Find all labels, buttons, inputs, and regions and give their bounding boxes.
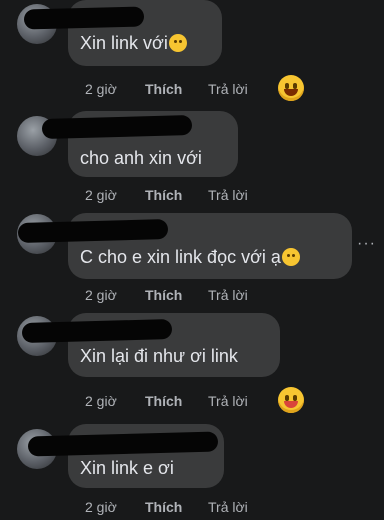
comment-bubble: Xin link với (23, 0, 222, 66)
tongue-out-reaction-icon[interactable] (278, 387, 304, 413)
redacted-author-name (41, 115, 193, 139)
timestamp[interactable]: 2 giờ (85, 287, 117, 303)
comment-bubble: Xin lại đi như ơi link (21, 313, 280, 377)
comment-text: Xin link e ơi (80, 458, 174, 479)
like-button[interactable]: Thích (145, 187, 182, 203)
more-options-button[interactable]: ··· (357, 235, 376, 253)
comment-text: cho anh xin với (80, 148, 202, 169)
redacted-author-name (23, 6, 145, 30)
comment-bubble: Xin link e ơi (27, 424, 224, 488)
like-button[interactable]: Thích (145, 499, 182, 515)
reply-button[interactable]: Trả lời (208, 81, 248, 97)
reply-button[interactable]: Trả lời (208, 499, 248, 515)
timestamp[interactable]: 2 giờ (85, 499, 117, 515)
comment-text: Xin link với (80, 33, 187, 54)
comment-text-content: Xin link với (80, 33, 168, 53)
comment-text-content: C cho e xin link đọc với ạ (80, 247, 281, 267)
reply-button[interactable]: Trả lời (208, 287, 248, 303)
emoji-icon (168, 34, 187, 52)
timestamp[interactable]: 2 giờ (85, 187, 117, 203)
timestamp[interactable]: 2 giờ (85, 81, 117, 97)
comment-text-content: Xin link e ơi (80, 458, 174, 478)
reply-button[interactable]: Trả lời (208, 393, 248, 409)
comment-text: Xin lại đi như ơi link (80, 346, 238, 367)
redacted-author-name (27, 431, 219, 457)
timestamp[interactable]: 2 giờ (85, 393, 117, 409)
comment-text: C cho e xin link đọc với ạ (80, 247, 300, 268)
comment-text-content: cho anh xin với (80, 148, 202, 168)
comment-text-content: Xin lại đi như ơi link (80, 346, 238, 366)
laughing-reaction-icon[interactable] (278, 75, 304, 101)
comment-bubble: C cho e xin link đọc với ạ (17, 213, 352, 279)
redacted-author-name (21, 319, 173, 343)
comment-bubble: cho anh xin với (41, 111, 238, 177)
redacted-author-name (17, 219, 169, 243)
reply-button[interactable]: Trả lời (208, 187, 248, 203)
like-button[interactable]: Thích (145, 81, 182, 97)
like-button[interactable]: Thích (145, 393, 182, 409)
like-button[interactable]: Thích (145, 287, 182, 303)
emoji-icon (281, 248, 300, 266)
